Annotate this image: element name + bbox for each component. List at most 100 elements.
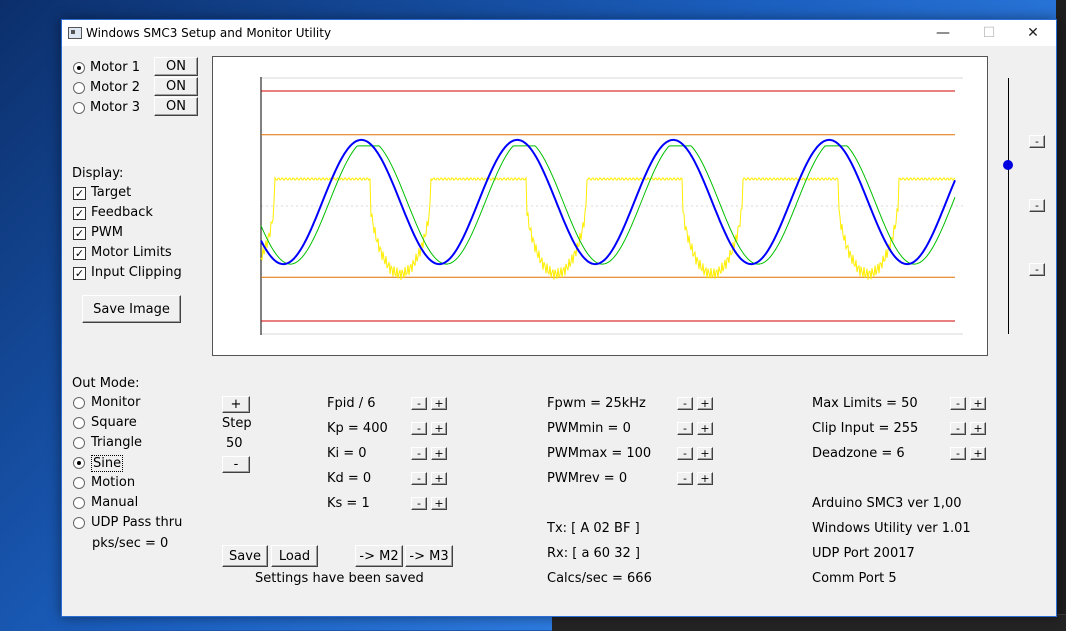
comm-port: Comm Port 5 <box>812 571 897 586</box>
mode-motion-label[interactable]: Motion <box>91 475 135 490</box>
close-button[interactable]: ✕ <box>1010 20 1056 46</box>
motor-limits-checkbox[interactable]: ✓ <box>73 247 86 260</box>
pid-increment-button-3[interactable]: + <box>431 472 447 485</box>
pwm-label-2: PWMmax = 100 <box>547 446 652 461</box>
motor-2-label[interactable]: Motor 2 <box>90 80 140 95</box>
mode-triangle-radio[interactable] <box>73 437 85 449</box>
pwm-label-0: Fpwm = 25kHz <box>547 396 646 411</box>
pid-increment-button-0[interactable]: + <box>431 397 447 410</box>
pid-increment-button-1[interactable]: + <box>431 422 447 435</box>
pwm-increment-button-3[interactable]: + <box>697 472 713 485</box>
target-checkbox[interactable]: ✓ <box>73 187 86 200</box>
pwm-decrement-button-2[interactable]: - <box>677 447 693 460</box>
pwm-decrement-button-3[interactable]: - <box>677 472 693 485</box>
pwm-increment-button-0[interactable]: + <box>697 397 713 410</box>
slider-minus-button-1[interactable]: - <box>1029 135 1045 148</box>
step-value: 50 <box>226 436 243 451</box>
mode-square-radio[interactable] <box>73 417 85 429</box>
pid-increment-button-2[interactable]: + <box>431 447 447 460</box>
rx-readout: Rx: [ a 60 32 ] <box>547 546 640 561</box>
pid-label-2: Ki = 0 <box>327 446 367 461</box>
pwm-label-3: PWMrev = 0 <box>547 471 628 486</box>
motor-limits-label[interactable]: Motor Limits <box>91 245 172 260</box>
pwm-label[interactable]: PWM <box>91 225 123 240</box>
utility-version: Windows Utility ver 1.01 <box>812 521 971 536</box>
limits-increment-button-1[interactable]: + <box>970 422 986 435</box>
copy-to-m3-button[interactable]: -> M3 <box>405 545 453 567</box>
limits-decrement-button-2[interactable]: - <box>950 447 966 460</box>
display-heading: Display: <box>72 166 124 181</box>
pid-decrement-button-0[interactable]: - <box>411 397 427 410</box>
save-image-button[interactable]: Save Image <box>82 295 181 323</box>
feedback-label[interactable]: Feedback <box>91 205 153 220</box>
motor-2-on-button[interactable]: ON <box>154 77 198 96</box>
pid-increment-button-4[interactable]: + <box>431 497 447 510</box>
input-clipping-label[interactable]: Input Clipping <box>91 265 182 280</box>
smc3-window: Windows SMC3 Setup and Monitor Utility —… <box>61 19 1057 617</box>
pid-label-3: Kd = 0 <box>327 471 372 486</box>
tx-readout: Tx: [ A 02 BF ] <box>547 521 640 536</box>
target-trace <box>260 138 956 266</box>
background-window-edge <box>1056 0 1066 630</box>
mode-sine-radio[interactable] <box>73 457 85 469</box>
load-settings-button[interactable]: Load <box>271 545 318 567</box>
mode-triangle-label[interactable]: Triangle <box>91 435 142 450</box>
mode-manual-radio[interactable] <box>73 497 85 509</box>
plot-area <box>212 56 988 356</box>
motor-3-on-button[interactable]: ON <box>154 97 198 116</box>
maximize-button[interactable]: ☐ <box>966 20 1012 46</box>
mode-motion-radio[interactable] <box>73 477 85 489</box>
feedback-checkbox[interactable]: ✓ <box>73 207 86 220</box>
pks-per-sec: pks/sec = 0 <box>92 536 169 551</box>
slider-track <box>1008 78 1009 334</box>
motor-2-radio[interactable] <box>73 82 85 94</box>
input-clipping-checkbox[interactable]: ✓ <box>73 267 86 280</box>
step-plus-button[interactable]: + <box>222 396 250 413</box>
motor-1-label[interactable]: Motor 1 <box>90 60 140 75</box>
pwm-decrement-button-1[interactable]: - <box>677 422 693 435</box>
target-label[interactable]: Target <box>91 185 131 200</box>
udp-port: UDP Port 20017 <box>812 546 915 561</box>
waveform-plot <box>260 77 963 335</box>
motor-1-on-button[interactable]: ON <box>154 57 198 76</box>
window-title: Windows SMC3 Setup and Monitor Utility <box>86 26 332 40</box>
pid-decrement-button-2[interactable]: - <box>411 447 427 460</box>
limits-decrement-button-0[interactable]: - <box>950 397 966 410</box>
calcs-per-sec: Calcs/sec = 666 <box>547 571 652 586</box>
slider-minus-button-2[interactable]: - <box>1029 199 1045 212</box>
app-icon <box>68 27 82 39</box>
limits-label-2: Deadzone = 6 <box>812 446 905 461</box>
limits-increment-button-0[interactable]: + <box>970 397 986 410</box>
save-settings-button[interactable]: Save <box>222 545 268 567</box>
pwm-increment-button-2[interactable]: + <box>697 447 713 460</box>
motor-3-radio[interactable] <box>73 102 85 114</box>
pid-label-1: Kp = 400 <box>327 421 388 436</box>
limits-increment-button-2[interactable]: + <box>970 447 986 460</box>
mode-manual-label[interactable]: Manual <box>91 495 138 510</box>
copy-to-m2-button[interactable]: -> M2 <box>355 545 403 567</box>
pwm-trace <box>260 176 956 281</box>
minimize-button[interactable]: — <box>920 20 966 46</box>
motor-1-radio[interactable] <box>73 62 85 74</box>
slider-minus-button-3[interactable]: - <box>1029 263 1045 276</box>
pid-label-4: Ks = 1 <box>327 496 370 511</box>
mode-monitor-label[interactable]: Monitor <box>91 395 140 410</box>
settings-status: Settings have been saved <box>255 571 424 586</box>
slider-thumb[interactable] <box>1003 160 1013 171</box>
motor-3-label[interactable]: Motor 3 <box>90 100 140 115</box>
step-minus-button[interactable]: - <box>222 456 250 473</box>
mode-monitor-radio[interactable] <box>73 397 85 409</box>
mode-sine-label[interactable]: Sine <box>91 455 124 472</box>
pid-decrement-button-4[interactable]: - <box>411 497 427 510</box>
mode-udp-radio[interactable] <box>73 517 85 529</box>
pwm-increment-button-1[interactable]: + <box>697 422 713 435</box>
title-bar[interactable]: Windows SMC3 Setup and Monitor Utility —… <box>62 20 1056 46</box>
pid-decrement-button-1[interactable]: - <box>411 422 427 435</box>
limits-decrement-button-1[interactable]: - <box>950 422 966 435</box>
pwm-checkbox[interactable]: ✓ <box>73 227 86 240</box>
pwm-decrement-button-0[interactable]: - <box>677 397 693 410</box>
mode-udp-label[interactable]: UDP Pass thru <box>91 515 182 530</box>
pid-label-0: Fpid / 6 <box>327 396 376 411</box>
pid-decrement-button-3[interactable]: - <box>411 472 427 485</box>
mode-square-label[interactable]: Square <box>91 415 137 430</box>
